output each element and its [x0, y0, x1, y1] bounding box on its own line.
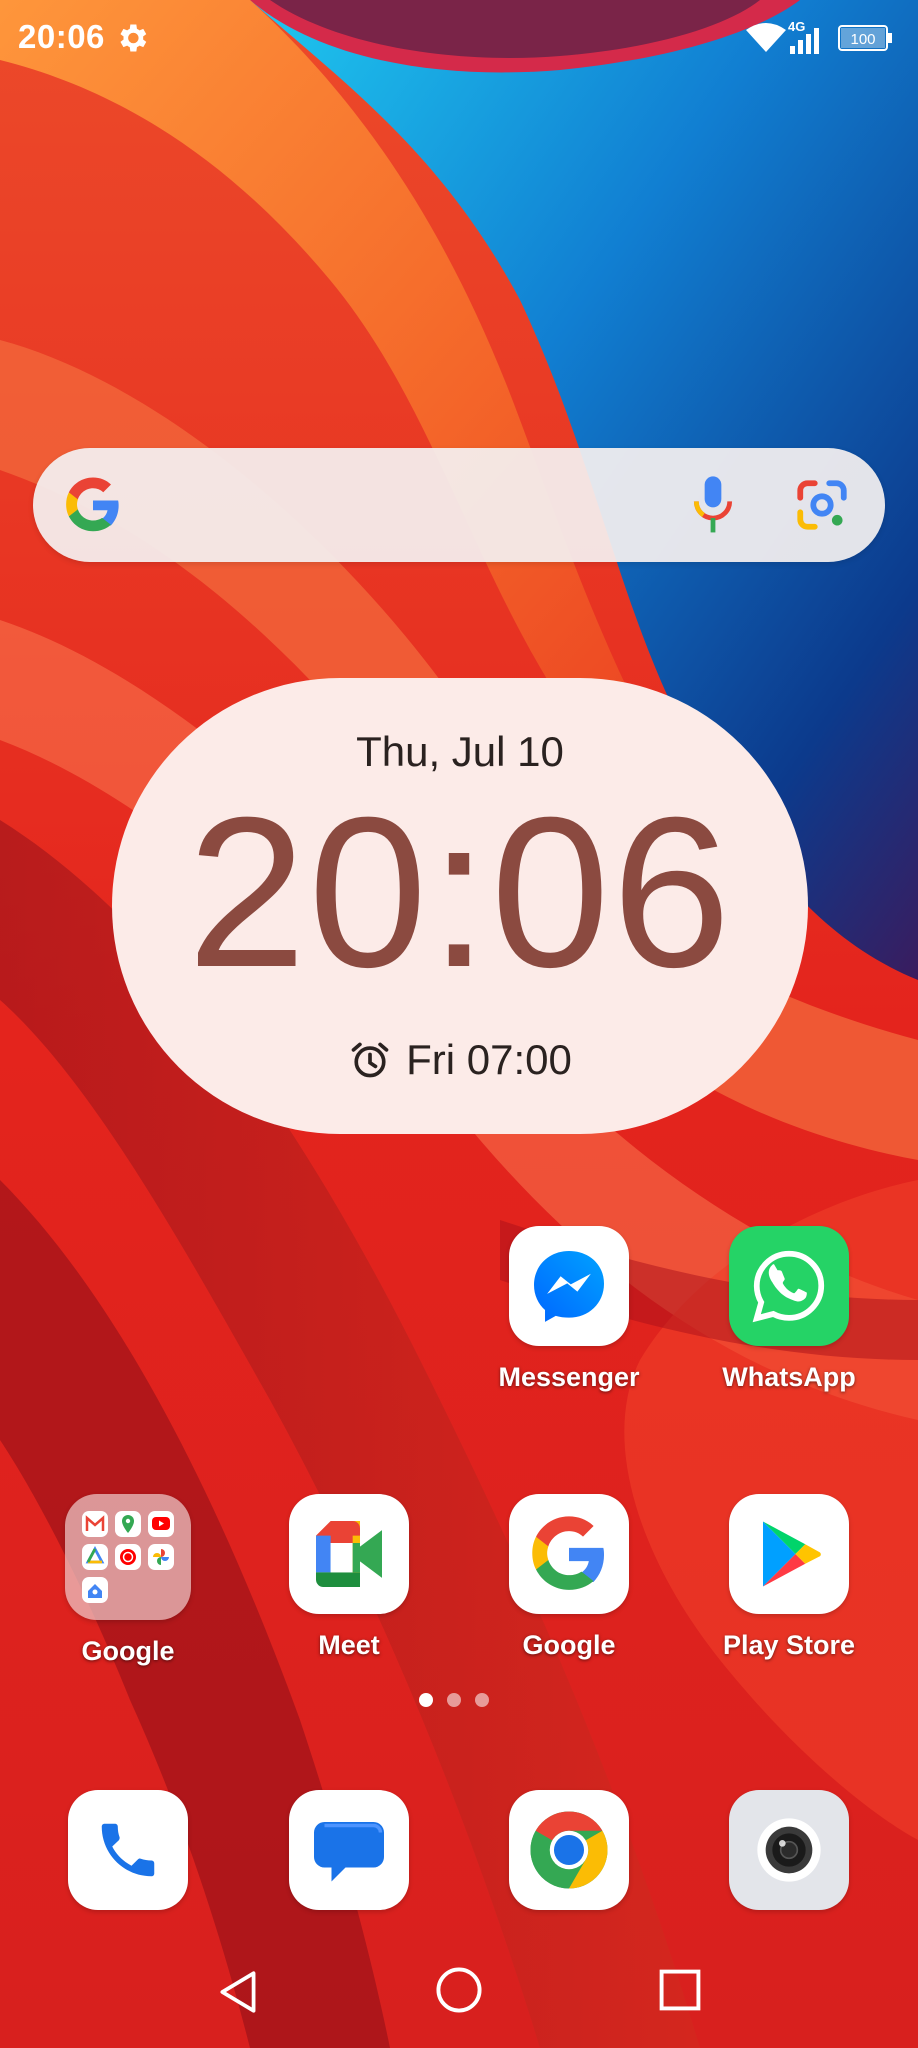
page-dot [447, 1693, 461, 1707]
home-icon[interactable] [433, 1964, 485, 2016]
app-google[interactable]: Google [469, 1494, 669, 1661]
app-label: Google [522, 1630, 616, 1660]
whatsapp-icon[interactable] [729, 1226, 849, 1346]
dock-chrome[interactable] [469, 1790, 669, 1910]
app-label: Google [81, 1636, 175, 1666]
google-app-icon[interactable] [509, 1494, 629, 1614]
google-g-icon[interactable] [63, 475, 123, 535]
status-time: 20:06 [18, 18, 105, 55]
alarm-clock-icon [351, 1042, 389, 1078]
phone-icon[interactable] [68, 1790, 188, 1910]
app-label: Meet [318, 1630, 380, 1660]
app-play-store[interactable]: Play Store [689, 1494, 889, 1661]
photos-mini-icon [148, 1544, 174, 1570]
meet-icon[interactable] [289, 1494, 409, 1614]
app-label: WhatsApp [722, 1362, 856, 1392]
battery-level: 100 [850, 31, 875, 48]
youtube-music-mini-icon [115, 1544, 141, 1570]
battery-icon: 100 [838, 25, 892, 51]
youtube-mini-icon [148, 1511, 174, 1537]
status-icons: 4G 100 [746, 19, 892, 54]
microphone-icon[interactable] [683, 474, 743, 536]
wifi-icon [746, 23, 786, 52]
network-type: 4G [788, 19, 805, 34]
app-messenger[interactable]: Messenger [469, 1226, 669, 1393]
recents-icon[interactable] [654, 1964, 706, 2016]
dock-camera[interactable] [689, 1790, 889, 1910]
gmail-mini-icon [82, 1511, 108, 1537]
messages-icon[interactable] [289, 1790, 409, 1910]
play-store-icon[interactable] [729, 1494, 849, 1614]
home-mini-icon [82, 1577, 108, 1603]
clock-date: Thu, Jul 10 [356, 728, 564, 775]
google-folder-icon[interactable] [65, 1494, 191, 1620]
app-label: Play Store [722, 1630, 856, 1660]
camera-icon[interactable] [729, 1790, 849, 1910]
google-search-bar[interactable] [33, 448, 885, 562]
chrome-icon[interactable] [509, 1790, 629, 1910]
dock-phone[interactable] [28, 1790, 228, 1910]
app-whatsapp[interactable]: WhatsApp [689, 1226, 889, 1393]
folder-google[interactable]: Google [28, 1494, 228, 1667]
alarm-row[interactable]: Fri 07:00 [112, 1036, 808, 1084]
messenger-icon[interactable] [509, 1226, 629, 1346]
page-dot [475, 1693, 489, 1707]
alarm-time: Fri 07:00 [406, 1036, 572, 1083]
settings-gear-icon [120, 24, 147, 52]
google-lens-icon[interactable] [793, 476, 851, 534]
dock-messages[interactable] [249, 1790, 449, 1910]
clock-widget[interactable]: Thu, Jul 10 20:06 Fri 07:00 [112, 678, 808, 1134]
back-icon[interactable] [214, 1966, 264, 2018]
page-indicator [419, 1693, 499, 1709]
maps-mini-icon [115, 1511, 141, 1537]
app-meet[interactable]: Meet [249, 1494, 449, 1661]
drive-mini-icon [82, 1544, 108, 1570]
app-label: Messenger [498, 1362, 640, 1392]
clock-time: 20:06 [187, 773, 733, 1012]
page-dot-active [419, 1693, 433, 1707]
